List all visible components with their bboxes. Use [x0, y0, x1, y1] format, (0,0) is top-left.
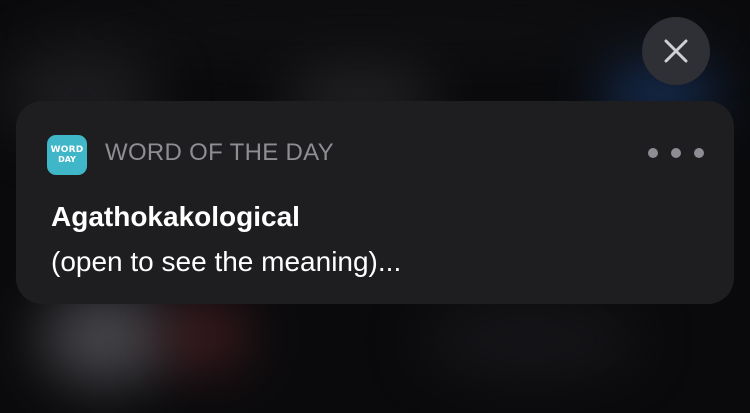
notification-title: Agathokakological [51, 201, 300, 232]
more-icon-dot [648, 148, 658, 158]
more-icon-dot [671, 148, 681, 158]
background-blur [0, 0, 750, 60]
background-blur [160, 300, 250, 370]
close-button[interactable] [642, 17, 710, 85]
close-icon [664, 39, 688, 63]
app-icon-text-bottom: DAY [58, 155, 76, 164]
more-icon-dot [694, 148, 704, 158]
notification-body: (open to see the meaning)... [51, 246, 402, 277]
notification-card[interactable]: WORD DAY WORD OF THE DAY Agathokakologic… [16, 101, 734, 304]
app-icon-text-top: WORD [50, 145, 84, 155]
background-blur [420, 300, 640, 380]
word-of-the-day-app-icon: WORD DAY [47, 135, 87, 175]
background-blur [40, 290, 170, 385]
more-icon[interactable] [648, 143, 704, 163]
app-name: WORD OF THE DAY [105, 139, 334, 166]
lock-screen: WORD DAY WORD OF THE DAY Agathokakologic… [0, 0, 750, 413]
